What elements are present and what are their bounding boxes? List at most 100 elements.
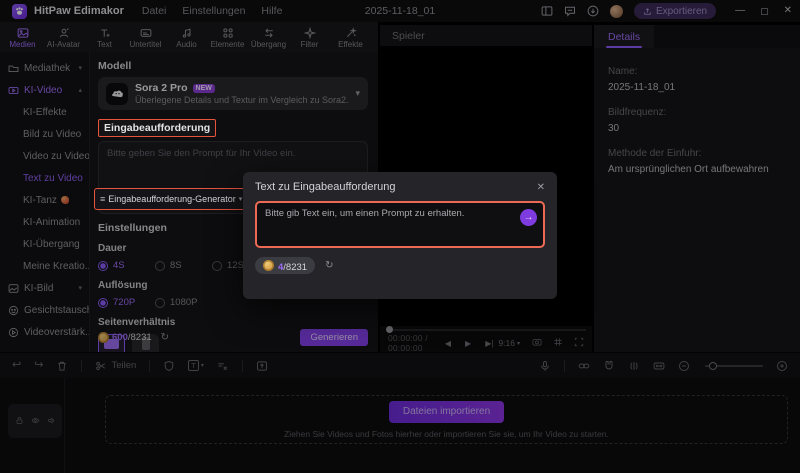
chevron-down-icon: ▾ [355,88,360,98]
filter-icon [303,27,316,39]
menu-hilfe[interactable]: Hilfe [261,5,282,17]
sidebar-item-mediathek[interactable]: Mediathek ▾ [0,57,89,79]
video-enhance-icon [8,327,19,337]
previous-frame-icon[interactable]: ◀ [445,339,451,348]
radio-icon [98,260,109,271]
sidebar-item-ki-tanz[interactable]: KI-Tanz [0,189,89,211]
redo-icon[interactable]: ↪ [34,360,43,371]
canvas-ratio-value: 9:16 [498,338,515,348]
close-icon[interactable]: ✕ [537,182,545,193]
tab-elemente[interactable]: Elemente [207,24,248,52]
export-clip-icon[interactable] [256,360,268,372]
play-icon[interactable]: ▶ [465,339,471,348]
model-selector[interactable]: Sora 2 Pro NEW Überlegene Details und Te… [98,77,368,110]
prompt-text-input[interactable] [255,201,545,248]
refresh-icon[interactable]: ↻ [325,260,333,271]
lock-icon[interactable] [15,412,24,430]
tab-audio[interactable]: Audio [166,24,207,52]
eye-icon[interactable] [31,412,40,430]
transition-icon [264,28,273,38]
zoom-in-icon[interactable] [776,360,788,372]
minimize-button[interactable]: — [735,6,745,16]
close-button[interactable]: ✕ [784,6,792,16]
chain-link-icon[interactable] [578,360,590,372]
sidebar-item-ki-bild[interactable]: KI-Bild ▾ [0,277,89,299]
model-description: Überlegene Details und Textur im Verglei… [135,95,349,105]
menu-einstellungen[interactable]: Einstellungen [182,5,245,17]
sidebar-item-label: Videoverstärk... [24,326,91,338]
fit-timeline-icon[interactable] [653,360,665,372]
export-button[interactable]: Exportieren [633,3,717,19]
user-avatar[interactable] [609,4,623,18]
magnet-icon[interactable] [603,360,615,372]
radio-8s[interactable]: 8S [155,260,212,271]
dialog-title: Text zu Eingabeaufforderung [255,181,396,193]
undo-icon[interactable]: ↩ [12,360,21,371]
delete-gap-icon[interactable] [217,360,229,372]
microphone-icon[interactable] [539,360,551,372]
tab-filter[interactable]: Filter [289,24,330,52]
maximize-button[interactable]: ▢ [760,6,769,16]
sidebar-item-videoverstaerker[interactable]: Videoverstärk... ▾ [0,321,89,343]
sidebar-item-ki-uebergang[interactable]: KI-Übergang [0,233,89,255]
ai-video-icon [8,86,19,94]
tab-medien[interactable]: Medien [2,24,43,52]
bracket-split-icon[interactable] [628,360,640,372]
refresh-icon[interactable]: ↻ [161,332,169,343]
slider-handle[interactable] [386,326,393,333]
radio-720p[interactable]: 720P [98,297,155,308]
radio-4s[interactable]: 4S [98,260,155,271]
import-files-button[interactable]: Dateien importieren [388,400,505,423]
project-title: 2025-11-18_01 [364,5,436,17]
delete-icon[interactable] [56,360,68,372]
sidebar-item-label: Meine Kreatio... [23,260,91,272]
detail-field-label: Bildfrequenz: [608,107,667,118]
tab-text[interactable]: Text [84,24,125,52]
shield-icon[interactable] [163,360,175,372]
sidebar-item-gesichtstausch[interactable]: Gesichtstausch ▾ [0,299,89,321]
tab-effekte[interactable]: Effekte [330,24,371,52]
playback-slider[interactable] [386,326,586,333]
credits-total: /8231 [127,332,152,343]
generate-button[interactable]: Generieren [300,329,368,346]
sidebar-item-ki-animation[interactable]: KI-Animation [0,211,89,233]
radio-icon [212,260,223,271]
split-button[interactable]: Teilen [95,360,136,372]
radio-1080p[interactable]: 1080P [155,297,212,308]
text-tool-icon[interactable]: T ▾ [188,360,204,371]
download-icon[interactable] [587,5,599,17]
tab-details[interactable]: Details [594,25,655,48]
sidebar-item-bild-zu-video[interactable]: Bild zu Video [0,123,89,145]
import-drop-zone[interactable]: Dateien importieren Ziehen Sie Videos un… [105,395,788,444]
feedback-icon[interactable] [564,5,576,17]
menu-datei[interactable]: Datei [142,5,167,17]
grid-icon[interactable] [553,334,563,352]
speaker-icon[interactable] [47,412,56,430]
tab-untertitel[interactable]: Untertitel [125,24,166,52]
media-icon [17,28,28,38]
tab-uebergang[interactable]: Übergang [248,24,289,52]
sidebar-item-text-zu-video[interactable]: Text zu Video [0,167,89,189]
sidebar-item-label: Gesichtstausch [24,304,91,316]
timeline-toolbar: ↩ ↪ Teilen T ▾ [0,352,800,378]
prompt-generator-button[interactable]: ≡ Eingabeaufforderung-Generator ▾ [94,188,249,210]
sidebar-item-label: KI-Video [24,84,63,96]
timeline-zoom-slider[interactable] [705,361,763,370]
sidebar-item-ki-effekte[interactable]: KI-Effekte [0,101,89,123]
layout-panels-icon[interactable] [541,5,553,17]
snapshot-icon[interactable] [532,334,542,352]
chevron-down-icon: ▾ [78,65,83,72]
import-hint-text: Ziehen Sie Videos und Fotos hierher oder… [284,428,609,439]
sidebar-item-video-zu-video[interactable]: Video zu Video [0,145,89,167]
sidebar-item-ki-video[interactable]: KI-Video ▴ [0,79,89,101]
submit-arrow-button[interactable]: → [520,209,537,226]
zoom-slider-handle[interactable] [709,361,717,370]
fullscreen-icon[interactable] [574,334,584,352]
canvas-ratio-selector[interactable]: ▶| 9:16 ▾ [485,338,520,348]
sidebar-item-label: Mediathek [24,62,71,74]
sidebar-item-label: Text zu Video [23,172,83,184]
tab-ai-avatar[interactable]: AI-Avatar [43,24,84,52]
sidebar-item-meine-kreationen[interactable]: Meine Kreatio... [0,255,89,277]
detail-field-value: 30 [608,123,620,134]
zoom-out-icon[interactable] [678,360,690,372]
